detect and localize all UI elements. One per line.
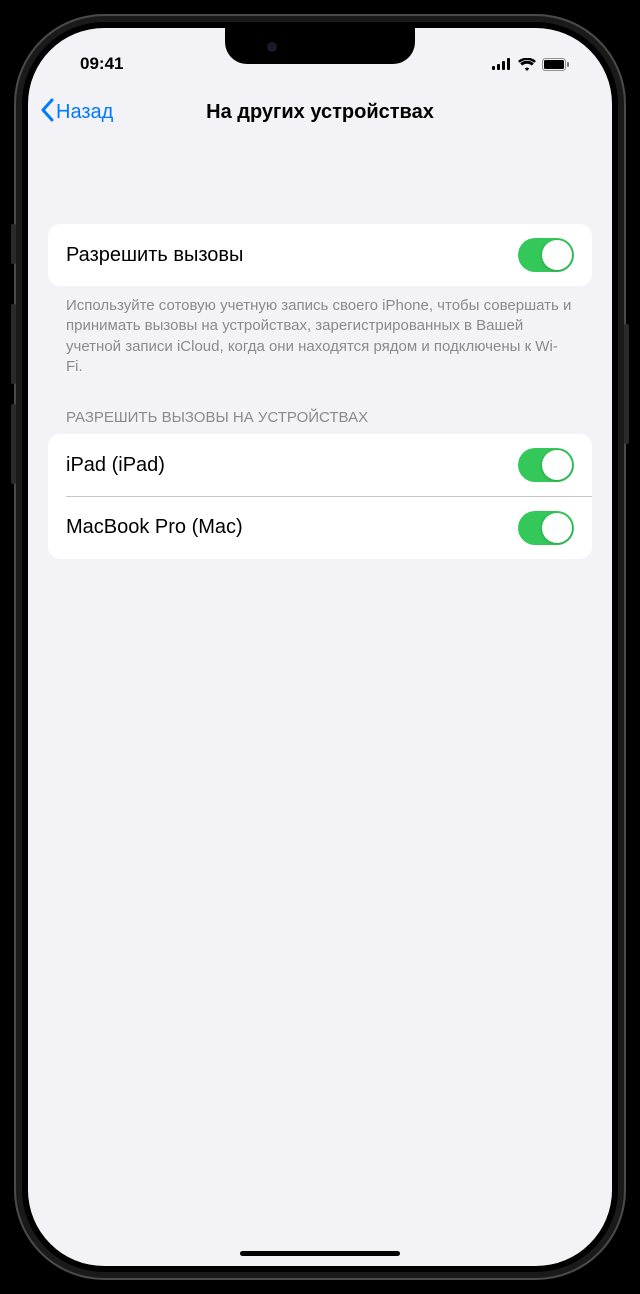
notch (225, 28, 415, 64)
power-button (624, 324, 629, 444)
cellular-signal-icon (492, 58, 512, 70)
allow-calls-toggle[interactable] (518, 238, 574, 272)
battery-icon (542, 58, 570, 71)
toggle-knob (542, 450, 572, 480)
silent-switch (11, 224, 16, 264)
allow-calls-cell: Разрешить вызовы (48, 224, 592, 286)
allow-calls-label: Разрешить вызовы (66, 244, 243, 267)
devices-group: iPad (iPad) MacBook Pro (Mac) (48, 434, 592, 559)
device-label: iPad (iPad) (66, 454, 165, 477)
navigation-bar: Назад На других устройствах (28, 84, 612, 140)
device-cell: iPad (iPad) (48, 434, 592, 496)
phone-frame: 09:41 Назад На других устройств (14, 14, 626, 1280)
volume-down-button (11, 404, 16, 484)
home-indicator[interactable] (240, 1251, 400, 1256)
device-label: MacBook Pro (Mac) (66, 516, 243, 539)
toggle-knob (542, 513, 572, 543)
devices-section-header: РАЗРЕШИТЬ ВЫЗОВЫ НА УСТРОЙСТВАХ (48, 377, 592, 434)
chevron-left-icon (40, 98, 54, 127)
status-time: 09:41 (64, 54, 123, 74)
back-button[interactable]: Назад (40, 98, 113, 127)
page-title: На других устройствах (206, 101, 434, 124)
device-toggle[interactable] (518, 511, 574, 545)
wifi-icon (518, 58, 536, 71)
device-cell: MacBook Pro (Mac) (48, 497, 592, 559)
toggle-knob (542, 240, 572, 270)
content: Разрешить вызовы Используйте сотовую уче… (28, 140, 612, 559)
volume-up-button (11, 304, 16, 384)
status-indicators (492, 58, 576, 71)
back-label: Назад (56, 101, 113, 124)
screen: 09:41 Назад На других устройств (28, 28, 612, 1266)
allow-calls-group: Разрешить вызовы (48, 224, 592, 286)
allow-calls-footer: Используйте сотовую учетную запись своег… (48, 286, 592, 377)
device-toggle[interactable] (518, 448, 574, 482)
